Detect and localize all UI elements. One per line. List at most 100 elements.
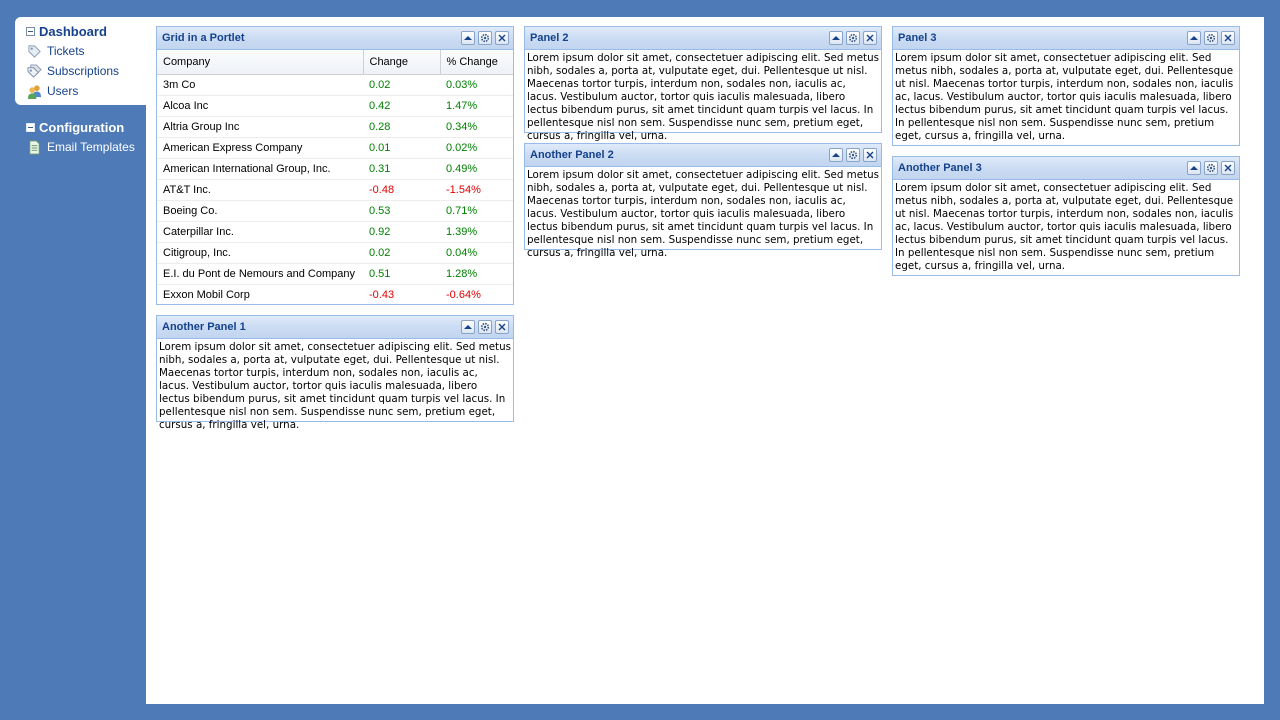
table-row[interactable]: Altria Group Inc 0.28 0.34% (157, 116, 513, 138)
portlet-title: Another Panel 2 (530, 149, 614, 161)
cell-company: Exxon Mobil Corp (157, 284, 363, 304)
cell-pct-change: 0.02% (440, 137, 513, 159)
sidebar-item-subscriptions[interactable]: Subscriptions (15, 61, 146, 81)
grid-header-row: Company Change % Change (157, 50, 513, 75)
close-icon[interactable] (863, 31, 877, 45)
cell-change: 0.51 (363, 263, 440, 285)
cell-change: 0.28 (363, 116, 440, 138)
portlet-header[interactable]: Another Panel 2 (525, 144, 881, 167)
sidebar-nav: Dashboard Tickets Subscriptions Users Co… (15, 17, 146, 163)
cell-company: E.I. du Pont de Nemours and Company (157, 263, 363, 285)
close-icon[interactable] (1221, 161, 1235, 175)
portlet-title: Panel 3 (898, 32, 937, 44)
gear-icon[interactable] (478, 31, 492, 45)
close-icon[interactable] (495, 31, 509, 45)
another-panel-2: Another Panel 2 Lorem ipsum dolor sit am… (524, 143, 882, 259)
portlet-title: Panel 2 (530, 32, 569, 44)
sidebar-item-tickets[interactable]: Tickets (15, 41, 146, 61)
cell-change: 0.92 (363, 221, 440, 243)
sidebar-item-label: Subscriptions (47, 64, 120, 78)
cell-change: 0.31 (363, 158, 440, 180)
cell-pct-change: 0.49% (440, 158, 513, 180)
gear-icon[interactable] (478, 320, 492, 334)
portlet-header[interactable]: Panel 3 (893, 27, 1239, 50)
portlet-title: Grid in a Portlet (162, 32, 245, 44)
table-row[interactable]: E.I. du Pont de Nemours and Company 0.51 1… (157, 263, 513, 285)
cell-change: 0.42 (363, 95, 440, 117)
tag-icon (28, 44, 41, 58)
table-row[interactable]: Alcoa Inc 0.42 1.47% (157, 95, 513, 117)
gear-icon[interactable] (1204, 161, 1218, 175)
cell-pct-change: 0.03% (440, 74, 513, 96)
collapse-up-icon[interactable] (461, 320, 475, 334)
collapse-up-icon[interactable] (1187, 161, 1201, 175)
table-row[interactable]: American Express Company 0.01 0.02% (157, 137, 513, 159)
collapse-up-icon[interactable] (461, 31, 475, 45)
cell-pct-change: 0.71% (440, 200, 513, 222)
panel-body-text: Lorem ipsum dolor sit amet, consectetuer… (159, 341, 511, 431)
nav-header-dashboard[interactable]: Dashboard (15, 21, 146, 41)
panel-body-text: Lorem ipsum dolor sit amet, consectetuer… (895, 52, 1234, 142)
portlet-header[interactable]: Grid in a Portlet (157, 27, 513, 50)
another-panel-3: Another Panel 3 Lorem ipsum dolor sit am… (892, 156, 1240, 276)
collapse-up-icon[interactable] (829, 148, 843, 162)
collapse-icon[interactable] (26, 122, 35, 132)
another-panel-1: Another Panel 1 Lorem ipsum dolor sit am… (156, 315, 514, 431)
sidebar-item-label: Email Templates (47, 140, 135, 154)
cell-pct-change: 1.39% (440, 221, 513, 243)
portlet-title: Another Panel 1 (162, 321, 246, 333)
table-row[interactable]: Exxon Mobil Corp -0.43 -0.64% (157, 284, 513, 304)
cell-company: Citigroup, Inc. (157, 242, 363, 264)
close-icon[interactable] (1221, 31, 1235, 45)
users-icon (27, 84, 42, 99)
grid-portlet: Grid in a Portlet Company Change % Chang… (156, 26, 514, 305)
cell-company: 3m Co (157, 74, 363, 96)
cell-company: Altria Group Inc (157, 116, 363, 138)
cell-company: Alcoa Inc (157, 95, 363, 117)
panel-body-text: Lorem ipsum dolor sit amet, consectetuer… (895, 182, 1234, 272)
table-row[interactable]: Caterpillar Inc. 0.92 1.39% (157, 221, 513, 243)
cell-change: 0.53 (363, 200, 440, 222)
cell-change: 0.02 (363, 74, 440, 96)
sidebar-item-users[interactable]: Users (15, 81, 146, 101)
gear-icon[interactable] (846, 148, 860, 162)
portlet-title: Another Panel 3 (898, 162, 982, 174)
cell-pct-change: -1.54% (440, 179, 513, 201)
gear-icon[interactable] (1204, 31, 1218, 45)
table-row[interactable]: Citigroup, Inc. 0.02 0.04% (157, 242, 513, 264)
cell-company: American Express Company (157, 137, 363, 159)
column-header-company[interactable]: Company (157, 50, 364, 75)
cell-pct-change: -0.64% (440, 284, 513, 304)
collapse-up-icon[interactable] (1187, 31, 1201, 45)
nav-section-dashboard: Dashboard Tickets Subscriptions Users (15, 17, 146, 105)
nav-header-configuration[interactable]: Configuration (15, 117, 146, 137)
panel-body-text: Lorem ipsum dolor sit amet, consectetuer… (527, 52, 879, 142)
column-header-pct-change[interactable]: % Change (440, 50, 513, 75)
sidebar-item-label: Users (47, 84, 79, 98)
column-header-change[interactable]: Change (363, 50, 441, 75)
collapse-up-icon[interactable] (829, 31, 843, 45)
collapse-icon[interactable] (26, 26, 35, 36)
portlet-header[interactable]: Another Panel 3 (893, 157, 1239, 180)
table-row[interactable]: American International Group, Inc. 0.31 0.… (157, 158, 513, 180)
cell-pct-change: 0.34% (440, 116, 513, 138)
close-icon[interactable] (863, 148, 877, 162)
cell-company: American International Group, Inc. (157, 158, 363, 180)
nav-section-configuration: Configuration Email Templates (15, 113, 146, 163)
table-row[interactable]: AT&T Inc. -0.48 -1.54% (157, 179, 513, 201)
portlet-header[interactable]: Panel 2 (525, 27, 881, 50)
cell-change: -0.43 (363, 284, 440, 304)
sidebar-item-email-templates[interactable]: Email Templates (15, 137, 146, 157)
cell-pct-change: 1.28% (440, 263, 513, 285)
tag-multiple-icon (27, 63, 42, 78)
cell-company: Caterpillar Inc. (157, 221, 363, 243)
close-icon[interactable] (495, 320, 509, 334)
table-row[interactable]: 3m Co 0.02 0.03% (157, 74, 513, 96)
panel-body-text: Lorem ipsum dolor sit amet, consectetuer… (527, 169, 879, 259)
table-row[interactable]: Boeing Co. 0.53 0.71% (157, 200, 513, 222)
cell-company: AT&T Inc. (157, 179, 363, 201)
panel-3: Panel 3 Lorem ipsum dolor sit amet, cons… (892, 26, 1240, 146)
gear-icon[interactable] (846, 31, 860, 45)
document-icon (29, 139, 40, 155)
portlet-header[interactable]: Another Panel 1 (157, 316, 513, 339)
